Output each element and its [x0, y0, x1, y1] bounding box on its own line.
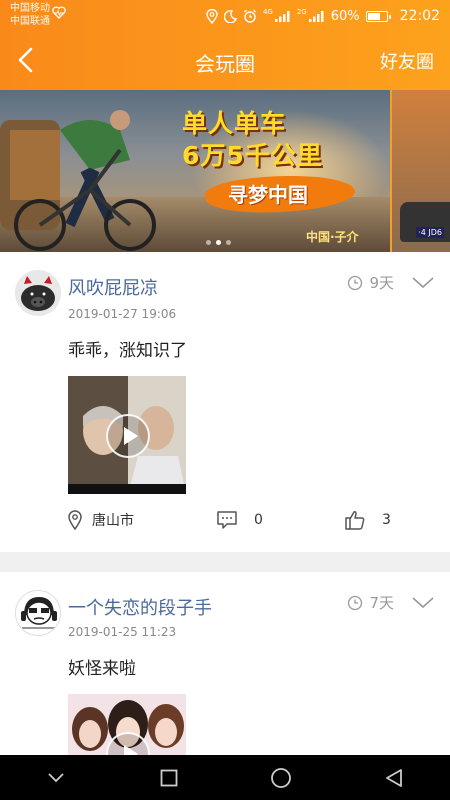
nav-back-button[interactable]	[374, 758, 414, 798]
battery-icon	[365, 10, 391, 22]
heart-pulse-icon	[52, 6, 66, 19]
avatar[interactable]	[15, 590, 61, 636]
banner-footer: 中国·子介	[306, 230, 359, 244]
location-pin-icon	[68, 510, 82, 530]
promo-banner[interactable]: 单人单车 6万5千公里 寻梦中国 中国·子介 ·4 JD6	[0, 90, 450, 252]
feed-post: 风吹屁屁凉 9天 2019-01-27 19:06 乖乖，涨知识了 唐山市 0	[0, 252, 450, 552]
signal-icon-2	[308, 11, 324, 22]
post-date: 2019-01-27 19:06	[68, 307, 177, 321]
like-count: 3	[382, 512, 391, 528]
triangle-back-icon	[385, 768, 402, 787]
chevron-down-icon[interactable]	[412, 276, 434, 289]
location-button[interactable]: 唐山市	[68, 510, 134, 530]
banner-pager	[206, 240, 231, 245]
status-bar: 中国移动 中国联通 4G 2G 60% 22:02	[0, 0, 450, 34]
comment-icon	[217, 511, 237, 529]
network-type-1: 4G	[262, 8, 273, 16]
comment-count: 0	[254, 512, 263, 528]
comment-button[interactable]: 0	[216, 510, 263, 530]
like-button[interactable]: 3	[344, 510, 391, 530]
post-meta: 7天	[347, 592, 434, 613]
meme-face-avatar-icon	[16, 591, 60, 635]
post-video-thumbnail[interactable]	[68, 694, 186, 755]
pager-dot[interactable]	[206, 240, 211, 245]
post-username[interactable]: 一个失恋的段子手	[68, 594, 212, 620]
car-plate: ·4 JD6	[416, 227, 444, 238]
post-date: 2019-01-25 11:23	[68, 625, 177, 639]
app-header-area: 中国移动 中国联通 4G 2G 60% 22:02 会玩圈 好友圈	[0, 0, 450, 90]
clock-icon	[348, 595, 363, 610]
post-text: 妖怪来啦	[68, 659, 136, 679]
battery-percent: 60%	[330, 8, 360, 24]
status-icons: 4G 2G 60% 22:02	[206, 6, 440, 26]
post-username[interactable]: 风吹屁屁凉	[68, 274, 158, 300]
thumbs-up-icon	[345, 511, 365, 530]
clock-icon	[348, 275, 363, 290]
carrier-1: 中国移动	[10, 3, 50, 14]
post-video-thumbnail[interactable]	[68, 376, 186, 494]
play-icon[interactable]	[106, 414, 150, 458]
network-type-2: 2G	[296, 8, 307, 16]
chevron-down-icon[interactable]	[412, 596, 434, 609]
system-nav-bar	[0, 755, 450, 800]
post-age: 7天	[369, 594, 394, 612]
avatar[interactable]	[15, 270, 61, 316]
location-label: 唐山市	[92, 513, 134, 529]
alarm-icon	[243, 9, 256, 23]
post-age: 9天	[369, 274, 394, 292]
moon-icon	[223, 9, 237, 23]
location-icon	[206, 8, 218, 24]
chevron-down-icon	[48, 772, 64, 782]
feed-post: 一个失恋的段子手 7天 2019-01-25 11:23 妖怪来啦	[0, 572, 450, 755]
banner-tagline: 寻梦中国	[228, 183, 308, 207]
pager-dot[interactable]	[226, 240, 231, 245]
square-icon	[160, 769, 178, 786]
cyclist-illustration	[0, 110, 156, 251]
nav-home-button[interactable]	[261, 758, 301, 798]
carrier-2: 中国联通	[10, 16, 50, 27]
nav-hide-button[interactable]	[36, 758, 76, 798]
pig-avatar-icon	[15, 270, 61, 316]
nav-recents-button[interactable]	[149, 758, 189, 798]
banner-headline-1: 单人单车	[182, 109, 287, 138]
carrier-info: 中国移动 中国联通	[10, 2, 50, 28]
pager-dot-active[interactable]	[216, 240, 221, 245]
post-text: 乖乖，涨知识了	[68, 341, 187, 361]
clock: 22:02	[399, 8, 440, 24]
friends-circle-link[interactable]: 好友圈	[380, 48, 434, 74]
signal-icon	[274, 11, 290, 22]
post-actions: 唐山市 0 3	[0, 510, 450, 540]
post-meta: 9天	[347, 272, 434, 293]
circle-icon	[271, 767, 292, 788]
banner-headline-2: 6万5千公里	[182, 141, 323, 170]
title-bar: 会玩圈 好友圈	[0, 34, 450, 90]
